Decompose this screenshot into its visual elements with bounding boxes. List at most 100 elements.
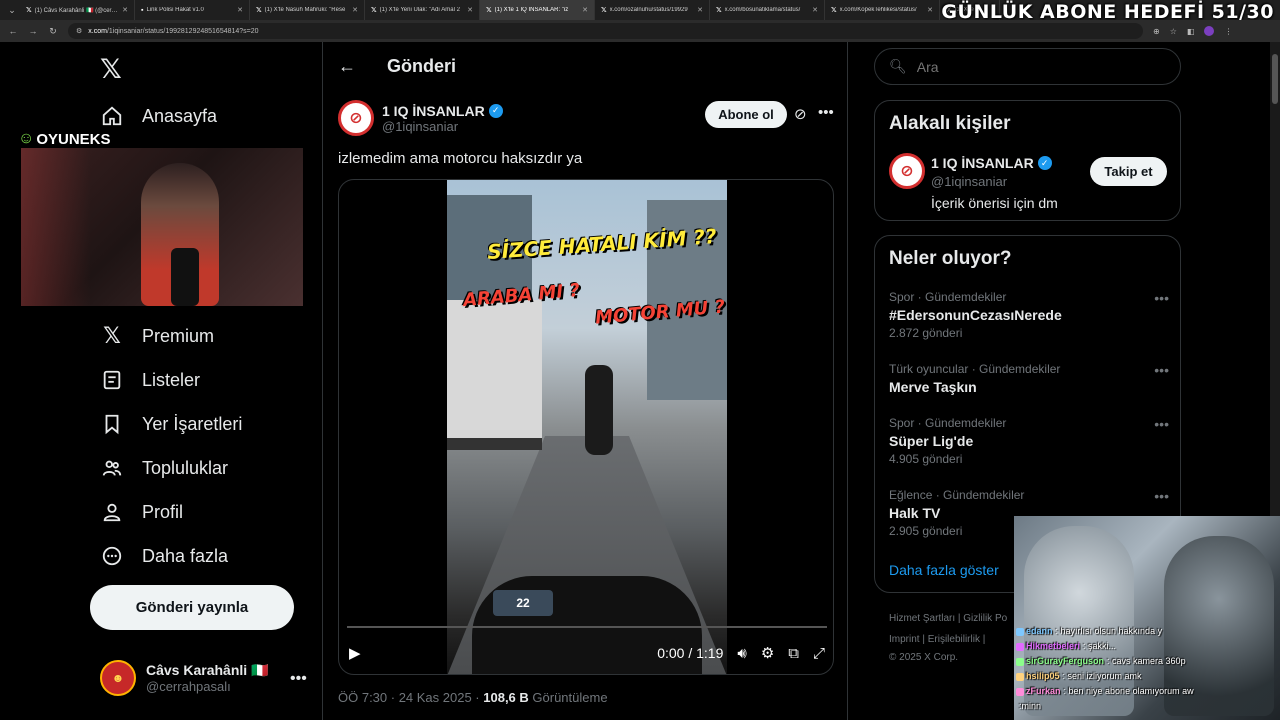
author-avatar[interactable]: ⊘ [338,100,374,136]
browser-tab[interactable]: 𝕏 (1) X'te Yeni Ulak: "Adı Amal 2 ✕ [365,0,480,20]
close-tab-icon[interactable]: ✕ [237,6,243,14]
volume-icon[interactable]: 🔊︎ [737,645,746,662]
nav-home[interactable]: Anasayfa [100,104,217,128]
trend-item[interactable]: Türk oyuncular · Gündemdekiler Merve Taş… [889,362,1169,398]
view-count: 108,6 B [483,690,529,705]
show-more-link[interactable]: Daha fazla göster [889,562,999,578]
close-tab-icon[interactable]: ✕ [812,6,818,14]
trend-more-icon[interactable]: ••• [1154,362,1169,378]
browser-tab[interactable]: 𝕏x.com/bosunatiklama/status/✕ [710,0,825,20]
chat-badge-icon [1016,657,1024,666]
more-circle-icon [100,544,124,568]
post-more-icon[interactable]: ••• [818,104,834,121]
account-handle: @cerrahpasalı [146,679,231,694]
post-author[interactable]: ⊘ 1 IQ İNSANLAR ✓ @1iqinsaniar [338,100,503,136]
profile-avatar-icon[interactable] [1204,26,1215,36]
url-field[interactable]: ⚙ x.com/1iqinsaniar/status/1992812924851… [68,23,1143,39]
footer-links[interactable]: Hizmet Şartları | Gizlilik Po [889,613,1007,624]
nav-lists[interactable]: Listeler [100,368,200,392]
tab-search-icon[interactable]: ⌄ [4,2,20,18]
play-icon[interactable]: ▶ [349,644,369,662]
chat-text: : seni izliyorum amk [1062,671,1142,681]
follow-button[interactable]: Takip et [1090,157,1167,186]
oyuneks-logo-icon: ☺ [18,130,35,147]
browser-tab[interactable]: 𝕏 (1) X'te Nasuh Mahruki: "Rese ✕ [250,0,365,20]
related-title: Alakalı kişiler [889,113,1011,134]
close-tab-icon[interactable]: ✕ [467,6,473,14]
trend-more-icon[interactable]: ••• [1154,290,1169,306]
browser-tab[interactable]: ▪ Link Polisi Hakat v1.0 ✕ [135,0,250,20]
chat-text: : cavs kamera 360p [1107,656,1186,666]
reload-icon[interactable]: ↻ [48,26,58,37]
chat-badge-icon [1016,642,1024,651]
extensions-icon[interactable]: ◧ [1187,27,1195,36]
chat-badge-icon [1016,672,1024,681]
webcam-overlay [21,148,303,306]
page-title: Gönderi [387,56,457,76]
related-name[interactable]: 1 IQ İNSANLAR [931,155,1034,171]
nav-bookmarks[interactable]: Yer İşaretleri [100,412,242,436]
related-bio: İçerik önerisi için dm [931,195,1058,211]
browser-tab[interactable]: 𝕏x.com/KopekTehlikesi/status/✕ [825,0,940,20]
back-icon[interactable]: ← [8,26,18,36]
related-avatar[interactable]: ⊘ [889,153,925,189]
search-input[interactable] [916,58,1157,75]
scrollbar-thumb[interactable] [1272,54,1278,104]
page-favicon-icon: ▪ [141,6,144,14]
verified-badge-icon: ✓ [488,103,503,118]
subscribe-button[interactable]: Abone ol [705,101,787,128]
nav-profile[interactable]: Profil [100,500,183,524]
close-tab-icon[interactable]: ✕ [697,6,703,14]
search-icon: 🔍︎ [889,58,907,74]
search-box[interactable]: 🔍︎ [874,48,1181,85]
account-switcher[interactable]: ☻ Câvs Karahânli 🇮🇹 @cerrahpasalı [100,660,268,696]
forward-icon[interactable]: → [28,26,38,36]
browser-tab[interactable]: 𝕏x.com/ozalnuhu/status/19929 ✕ [595,0,710,20]
related-people-panel: Alakalı kişiler ⊘ 1 IQ İNSANLAR ✓ @1iqins… [874,100,1181,221]
bookmark-star-icon[interactable]: ☆ [1170,27,1177,36]
menu-icon[interactable]: ⋮ [1224,27,1232,36]
nav-communities[interactable]: Topluluklar [100,456,228,480]
nav-more[interactable]: Daha fazla [100,544,228,568]
account-avatar: ☻ [100,660,136,696]
picture-in-picture-icon[interactable]: ⧉ [788,645,799,662]
post-video[interactable]: 22 SİZCE HATALI KİM ?? ARABA MI ? MOTOR … [338,179,834,675]
browser-address-bar: ← → ↻ ⚙ x.com/1iqinsaniar/status/1992812… [0,20,1280,42]
trend-more-icon[interactable]: ••• [1154,416,1169,432]
back-arrow-icon[interactable]: ← [338,56,356,77]
chat-message: hsilip05: seni izliyorum amk [1014,669,1280,684]
close-tab-icon[interactable]: ✕ [582,6,588,14]
x-favicon-icon: 𝕏 [716,7,722,14]
trend-item[interactable]: Spor · Gündemdekiler #EdersonunCezasıNer… [889,290,1169,340]
communities-icon [100,456,124,480]
close-tab-icon[interactable]: ✕ [927,6,933,14]
trend-more-icon[interactable]: ••• [1154,488,1169,504]
post-meta: ÖÖ 7:30 · 24 Kas 2025 · 108,6 B Görüntül… [338,690,608,705]
settings-gear-icon[interactable]: ⚙ [761,644,774,662]
video-frame[interactable]: 22 SİZCE HATALI KİM ?? ARABA MI ? MOTOR … [447,180,727,674]
close-tab-icon[interactable]: ✕ [122,6,128,14]
close-tab-icon[interactable]: ✕ [352,6,358,14]
footer-links[interactable]: Imprint | Erişilebilirlik | [889,634,985,645]
video-controls: ▶ 0:00 / 1:19 🔊︎ ⚙ ⧉ ⤢ [339,614,833,674]
chat-username: hsilip05 [1026,671,1060,681]
site-info-icon[interactable]: ⚙ [76,27,82,35]
author-name[interactable]: 1 IQ İNSANLAR [382,103,485,119]
x-favicon-icon: 𝕏 [601,7,607,14]
nav-premium[interactable]: 𝕏 Premium [100,323,214,348]
video-progress-bar[interactable] [347,626,827,628]
trend-item[interactable]: Spor · Gündemdekiler Süper Lig'de 4.905 … [889,416,1169,466]
related-handle[interactable]: @1iqinsaniar [931,174,1007,189]
video-dash-display: 22 [493,590,553,616]
zoom-icon[interactable]: ⊕ [1153,27,1160,36]
post-text: izlemedim ama motorcu haksızdır ya [338,150,583,167]
browser-tab-active[interactable]: 𝕏 (1) X'te 1 IQ İNSANLAR: "iz ✕ [480,0,595,20]
x-logo-icon[interactable]: 𝕏 [100,54,122,85]
fullscreen-icon[interactable]: ⤢ [813,645,825,662]
author-handle[interactable]: @1iqinsaniar [382,119,503,134]
grok-icon[interactable]: ⊘ [794,105,807,123]
chat-message: Hikmetbeleri: şakki... [1014,639,1280,654]
account-more-icon[interactable]: ••• [290,670,307,688]
post-button[interactable]: Gönderi yayınla [90,585,294,630]
browser-tab[interactable]: 𝕏 (1) Câvs Karahânli 🇮🇹 (@cerrah ✕ [20,0,135,20]
